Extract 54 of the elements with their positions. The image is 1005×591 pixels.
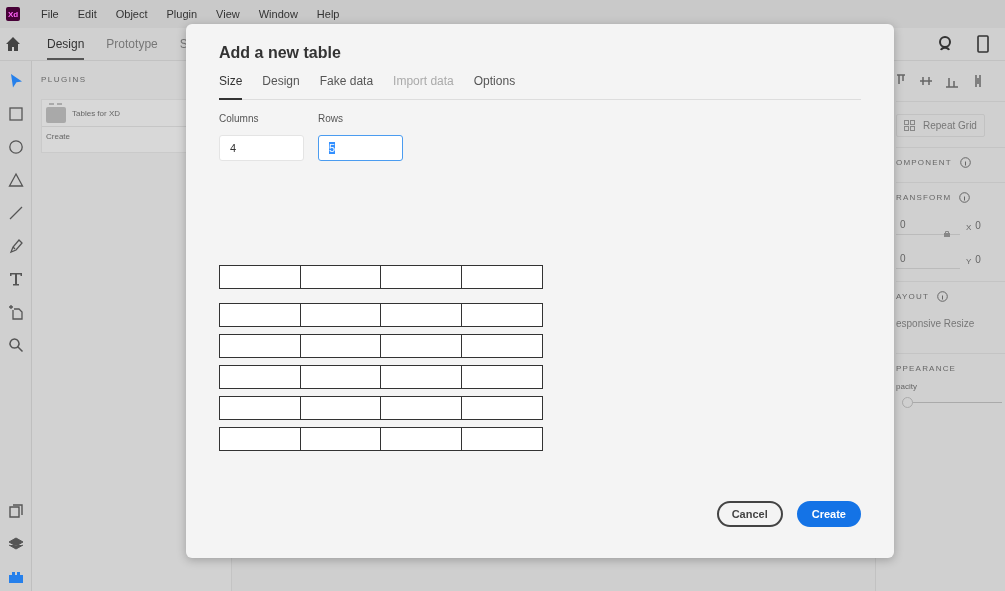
- menu-item[interactable]: Edit: [77, 8, 97, 20]
- axis-label: Y: [966, 256, 972, 266]
- plugin-icon: [46, 103, 66, 123]
- number-field[interactable]: 4: [219, 135, 304, 161]
- dialog-title: Add a new table: [219, 43, 342, 63]
- dialog-tab[interactable]: Options: [473, 69, 516, 100]
- menu-item[interactable]: View: [216, 8, 240, 20]
- tool-icon[interactable]: [7, 304, 24, 320]
- tool-icon[interactable]: [7, 271, 24, 287]
- info-icon[interactable]: [936, 290, 948, 302]
- app-logo: Xd: [6, 7, 20, 21]
- menu-item[interactable]: Object: [115, 8, 148, 20]
- home-icon[interactable]: [5, 36, 21, 52]
- tool-icon[interactable]: [7, 106, 24, 122]
- user-icon[interactable]: [937, 36, 953, 52]
- cancel-button[interactable]: Cancel: [716, 501, 783, 527]
- tool-icon[interactable]: [7, 238, 24, 254]
- align-icon[interactable]: [896, 74, 982, 88]
- grid-icon: [904, 120, 915, 131]
- value-field[interactable]: 0: [975, 219, 981, 235]
- create-button[interactable]: Create: [796, 501, 861, 527]
- tool-icon[interactable]: [7, 569, 24, 585]
- info-icon[interactable]: [959, 191, 971, 203]
- section-title: PPEARANCE: [896, 363, 957, 373]
- dialog-tab[interactable]: Fake data: [319, 69, 374, 100]
- value-field[interactable]: 0: [896, 253, 960, 269]
- opacity-label: pacity: [896, 382, 918, 391]
- plugin-name: Tables for XD: [72, 108, 121, 118]
- panel-heading: PLUGINS: [41, 75, 88, 84]
- value-field[interactable]: 0: [975, 253, 981, 269]
- menu-item[interactable]: Help: [316, 8, 340, 20]
- tool-icon[interactable]: [7, 503, 24, 519]
- section-title: RANSFORM: [896, 192, 952, 202]
- menu-item[interactable]: Plugin: [166, 8, 198, 20]
- menu-item[interactable]: Window: [258, 8, 298, 20]
- section-title: AYOUT: [896, 291, 929, 301]
- responsive-resize-label: esponsive Resize: [896, 317, 976, 331]
- menu-item[interactable]: File: [41, 8, 59, 20]
- lock-icon[interactable]: [944, 230, 950, 237]
- dialog-tab[interactable]: Size: [219, 69, 243, 100]
- field-label: Columns: [219, 112, 260, 126]
- tool-icon[interactable]: [7, 337, 24, 353]
- tool-icon[interactable]: [7, 205, 24, 221]
- tool-icon[interactable]: [7, 139, 24, 155]
- plugin-command[interactable]: Create: [42, 127, 74, 146]
- dialog-tab[interactable]: Design: [262, 69, 300, 100]
- section-title: OMPONENT: [896, 157, 952, 167]
- field-label: Rows: [318, 112, 344, 126]
- tool-icon[interactable]: [7, 172, 24, 188]
- phone-icon[interactable]: [977, 35, 989, 53]
- tool-icon[interactable]: [7, 536, 24, 552]
- info-icon[interactable]: [959, 156, 971, 168]
- slider-thumb[interactable]: [902, 397, 913, 408]
- axis-label: X: [966, 222, 972, 232]
